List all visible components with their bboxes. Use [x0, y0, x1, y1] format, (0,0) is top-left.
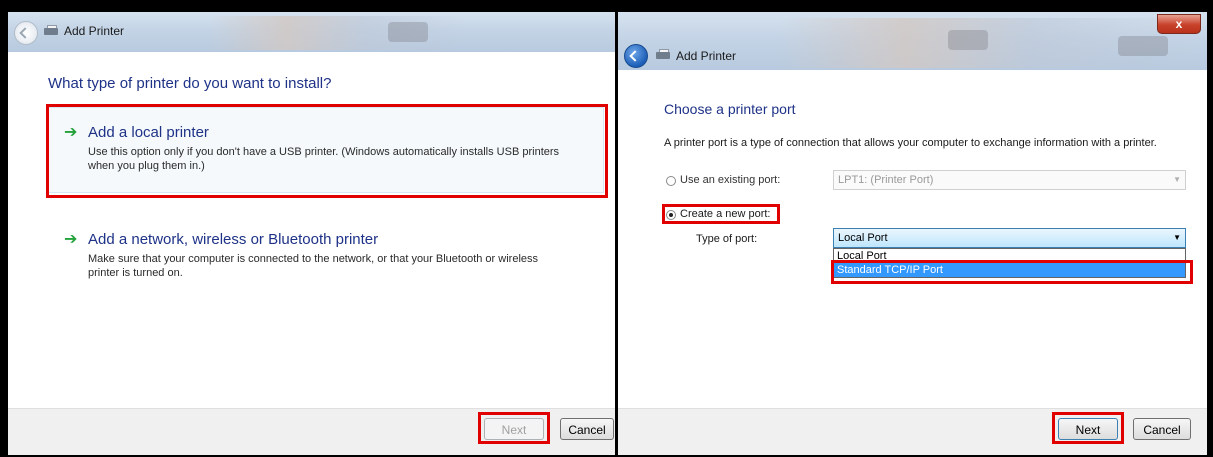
back-arrow-icon[interactable]	[624, 44, 648, 68]
window-title: Add Printer	[676, 49, 737, 63]
highlight-box	[46, 104, 608, 198]
existing-port-radio[interactable]	[666, 176, 676, 186]
option-description-line1: Make sure that your computer is connecte…	[88, 253, 539, 265]
title-bar: Add Printer x	[618, 12, 1207, 70]
page-heading: What type of printer do you want to inst…	[48, 75, 332, 92]
option-title: Add a network, wireless or Bluetooth pri…	[88, 231, 379, 248]
highlight-box	[1052, 412, 1124, 444]
chevron-down-icon: ▼	[1173, 233, 1181, 242]
existing-port-value: LPT1: (Printer Port)	[838, 174, 934, 186]
title-bar: Add Printer	[8, 12, 615, 52]
chevron-down-icon: ▼	[1173, 175, 1181, 184]
type-of-port-value: Local Port	[838, 232, 888, 244]
highlight-box	[478, 412, 550, 444]
page-description: A printer port is a type of connection t…	[664, 137, 1157, 149]
close-icon[interactable]: x	[1157, 14, 1201, 34]
existing-port-select[interactable]: LPT1: (Printer Port) ▼	[833, 170, 1186, 190]
page-heading: Choose a printer port	[664, 101, 796, 117]
add-printer-window-left: Add Printer What type of printer do you …	[8, 12, 615, 455]
green-arrow-icon: ➔	[64, 231, 78, 248]
cancel-button[interactable]: Cancel	[560, 418, 614, 440]
option-description-line2: printer is turned on.	[88, 267, 183, 279]
highlight-box	[662, 204, 780, 224]
highlight-box	[831, 260, 1193, 284]
existing-port-label: Use an existing port:	[680, 174, 781, 186]
window-title: Add Printer	[64, 24, 125, 38]
type-of-port-select[interactable]: Local Port ▼	[833, 228, 1186, 248]
printer-icon	[44, 25, 58, 35]
back-arrow-icon[interactable]	[14, 21, 38, 45]
add-printer-window-right: Add Printer x Choose a printer port A pr…	[618, 12, 1207, 455]
cancel-button[interactable]: Cancel	[1133, 418, 1191, 440]
printer-icon	[656, 49, 670, 59]
type-of-port-label: Type of port:	[696, 233, 758, 245]
